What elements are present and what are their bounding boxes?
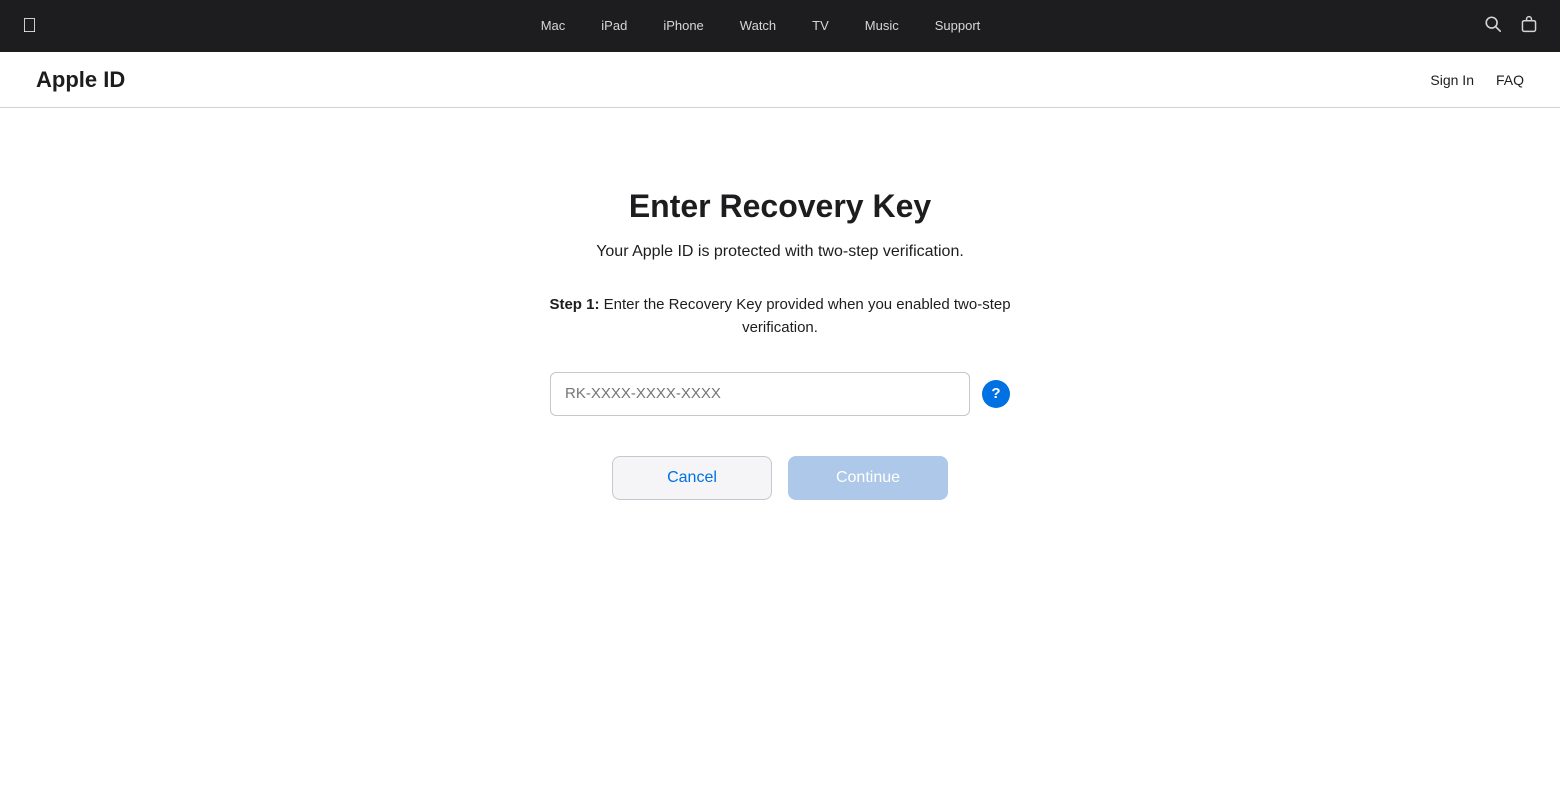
nav-links: Mac iPad iPhone Watch TV Music Support: [37, 0, 1484, 52]
page-subtitle: Your Apple ID is protected with two-step…: [596, 243, 964, 261]
nav-mac[interactable]: Mac: [523, 0, 584, 52]
step-body: Enter the Recovery Key provided when you…: [599, 296, 1010, 336]
bag-icon[interactable]: [1520, 15, 1538, 38]
step-text: Step 1: Enter the Recovery Key provided …: [540, 293, 1020, 340]
nav-ipad[interactable]: iPad: [583, 0, 645, 52]
button-row: Cancel Continue: [612, 456, 948, 500]
continue-button[interactable]: Continue: [788, 456, 948, 500]
question-mark-icon: ?: [991, 386, 1000, 401]
main-content: Enter Recovery Key Your Apple ID is prot…: [0, 108, 1560, 560]
help-icon-button[interactable]: ?: [982, 380, 1010, 408]
top-nav:  Mac iPad iPhone Watch TV Music Support: [0, 0, 1560, 52]
apple-logo-icon[interactable]: : [22, 16, 37, 36]
sign-in-link[interactable]: Sign In: [1430, 72, 1474, 88]
nav-watch[interactable]: Watch: [722, 0, 794, 52]
cancel-button[interactable]: Cancel: [612, 456, 772, 500]
nav-iphone[interactable]: iPhone: [645, 0, 721, 52]
input-row: ?: [550, 372, 1010, 416]
faq-link[interactable]: FAQ: [1496, 72, 1524, 88]
recovery-key-input[interactable]: [550, 372, 970, 416]
nav-tv[interactable]: TV: [794, 0, 847, 52]
nav-support[interactable]: Support: [917, 0, 999, 52]
sub-nav: Apple ID Sign In FAQ: [0, 52, 1560, 108]
apple-id-title: Apple ID: [36, 67, 125, 93]
page-title: Enter Recovery Key: [629, 188, 931, 225]
nav-music[interactable]: Music: [847, 0, 917, 52]
nav-icons: [1484, 15, 1538, 38]
search-icon[interactable]: [1484, 15, 1502, 38]
step-label: Step 1:: [549, 296, 599, 313]
sub-nav-right: Sign In FAQ: [1430, 72, 1524, 88]
